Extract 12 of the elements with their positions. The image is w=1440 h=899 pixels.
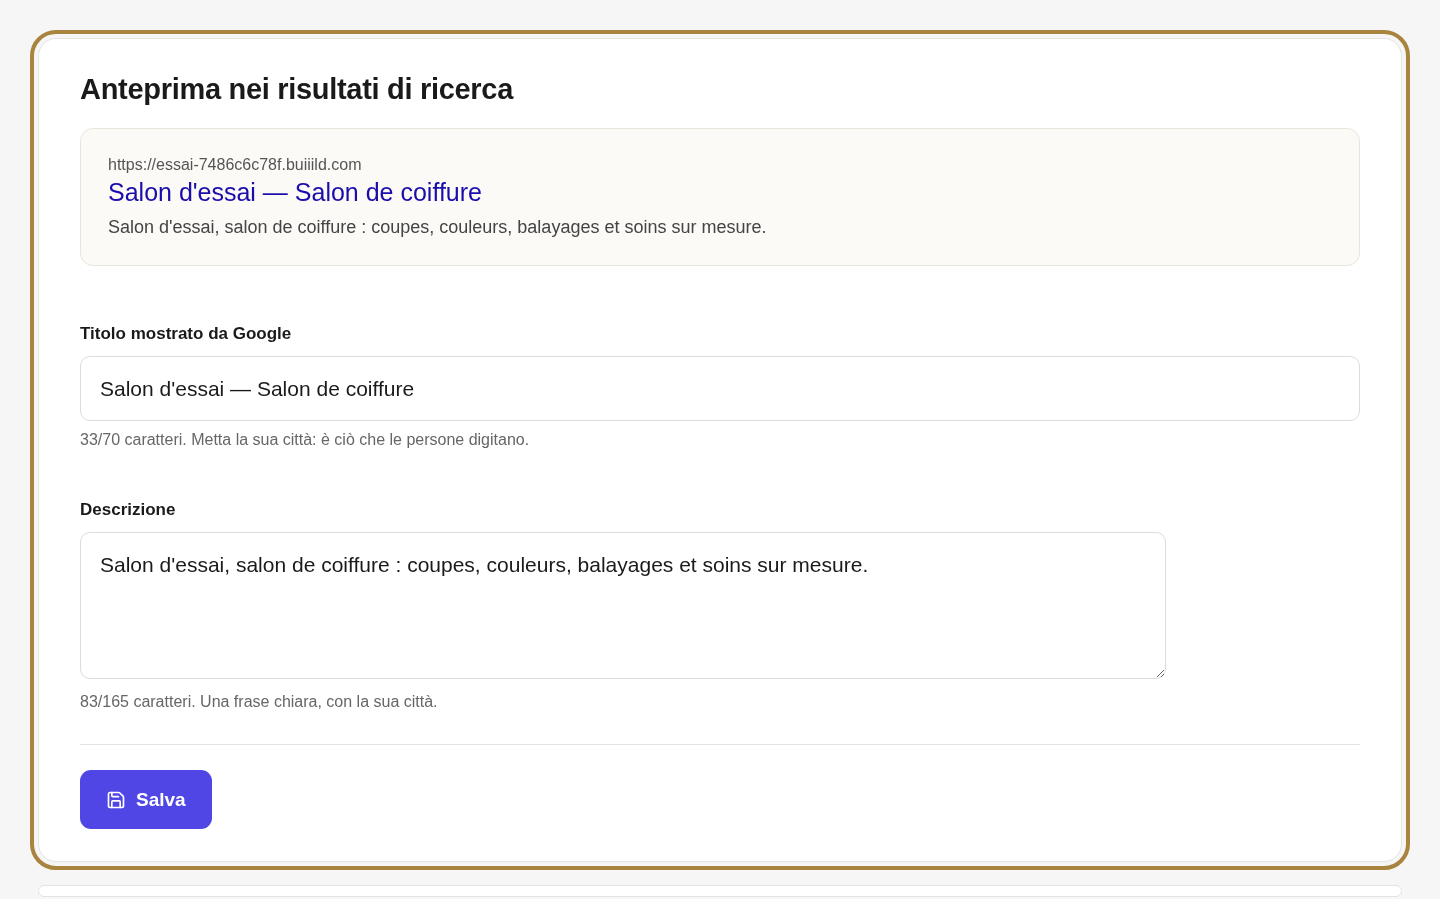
save-icon [106, 789, 126, 810]
preview-url: https://essai-7486c6c78f.buiiild.com [108, 156, 363, 174]
field-hint: 83/165 caratteri. Una frase chiara, con la sua città. [80, 693, 439, 711]
preview-title[interactable]: Salon d'essai — Salon de coiffure [108, 178, 1332, 207]
title-field[interactable]: Salon d'essai — Salon de coiffure [80, 356, 1360, 421]
preview-description: Salon d'essai, salon de coiffure : coupes, couleurs, balayages et soins sur mesure. [108, 217, 768, 238]
description-field[interactable]: Salon d'essai, salon de coiffure : coupes, couleurs, balayages et soins sur mesure. [80, 532, 1166, 679]
field-hint: 33/70 caratteri. Metta la sua città: è ciò che le persone digitano. [80, 431, 531, 449]
field-label: Descrizione [80, 500, 177, 520]
save-button[interactable]: Salva [80, 770, 212, 829]
card-title: Anteprima nei risultati di ricerca [80, 73, 515, 106]
field-label: Titolo mostrato da Google [80, 324, 293, 344]
